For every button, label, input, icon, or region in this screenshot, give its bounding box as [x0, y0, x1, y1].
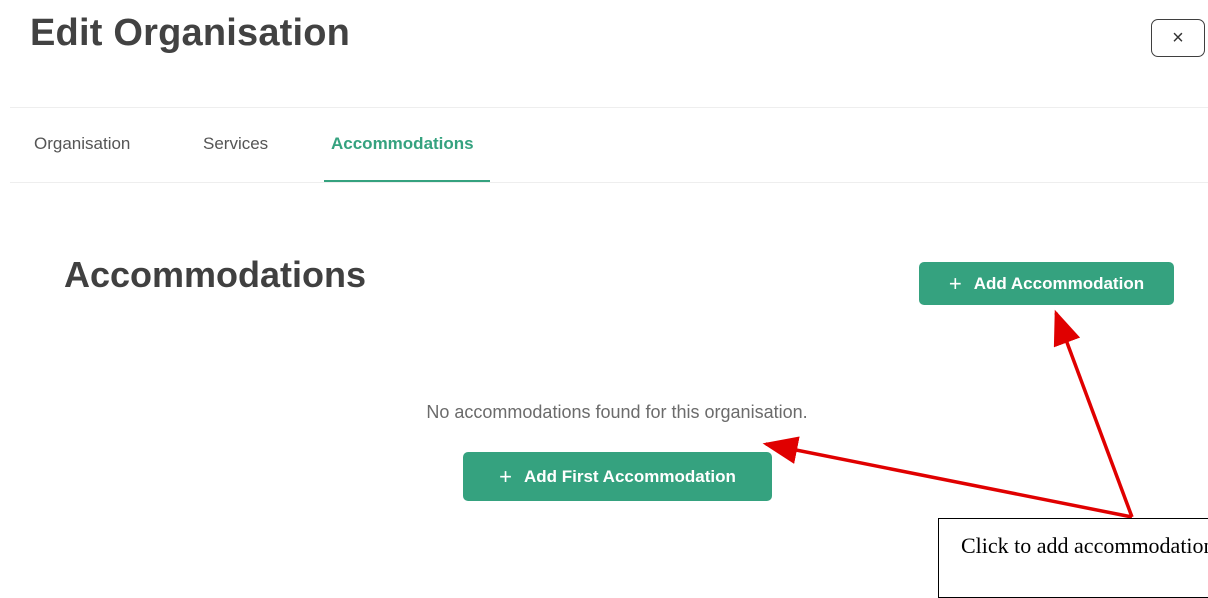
arrow-to-empty-message [762, 436, 1133, 519]
annotation-text: Click to add accommodation [961, 533, 1208, 558]
arrow-to-add-button [1053, 309, 1134, 518]
annotation-callout: Click to add accommodation [938, 518, 1208, 598]
annotation-arrows [762, 309, 1134, 519]
